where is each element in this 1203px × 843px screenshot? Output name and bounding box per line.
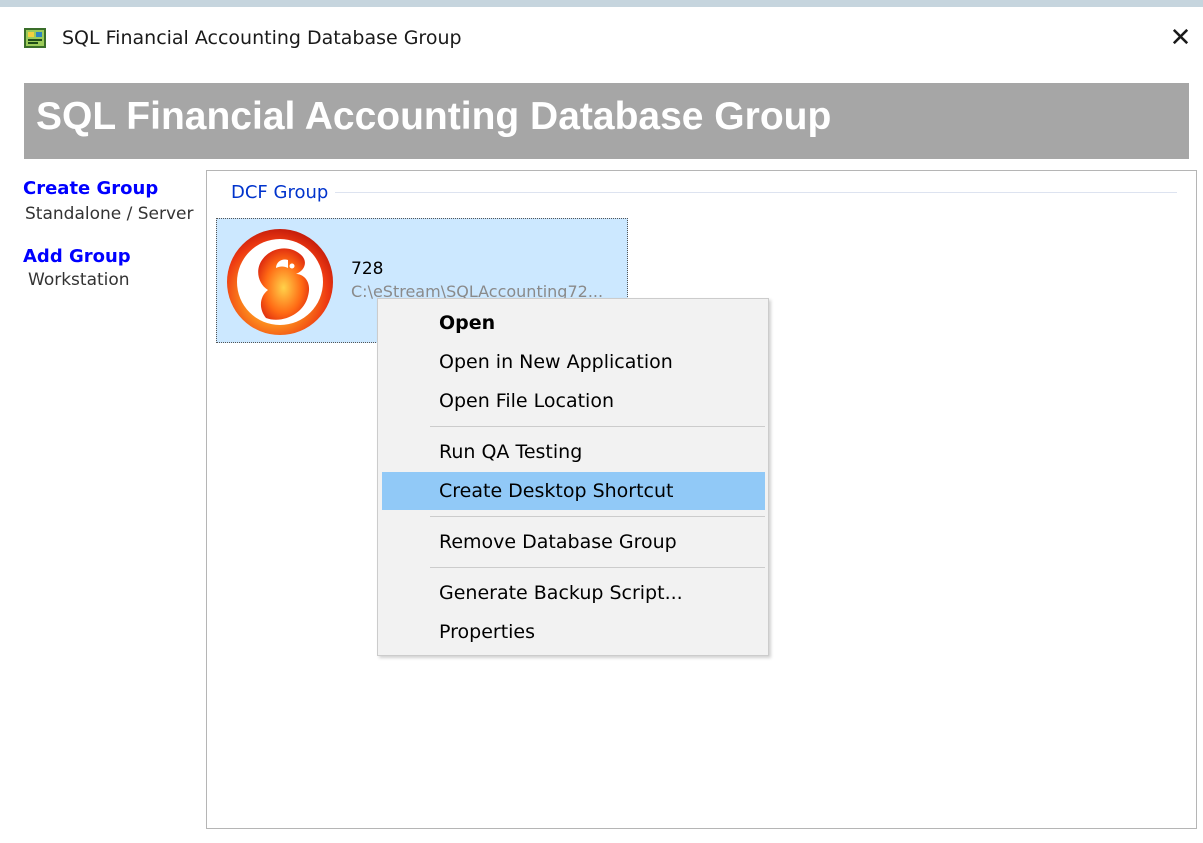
- banner-title: SQL Financial Accounting Database Group: [36, 95, 832, 138]
- window-title: SQL Financial Accounting Database Group: [62, 27, 462, 49]
- context-menu: Open Open in New Application Open File L…: [377, 298, 769, 656]
- group-header-divider: [335, 192, 1177, 193]
- title-bar: SQL Financial Accounting Database Group …: [0, 7, 1203, 71]
- menu-separator: [430, 516, 765, 517]
- menu-item-generate-backup-script[interactable]: Generate Backup Script...: [382, 574, 765, 612]
- close-button[interactable]: ✕: [1158, 15, 1203, 61]
- menu-separator: [430, 567, 765, 568]
- app-icon: [24, 28, 46, 48]
- menu-item-remove-database-group[interactable]: Remove Database Group: [382, 523, 765, 561]
- firebird-icon: [227, 229, 333, 335]
- create-group-link[interactable]: Create Group: [23, 178, 158, 199]
- add-group-subtitle: Workstation: [28, 270, 130, 290]
- menu-item-open-file-location[interactable]: Open File Location: [382, 382, 765, 420]
- menu-item-run-qa-testing[interactable]: Run QA Testing: [382, 433, 765, 471]
- window-top-border: [0, 0, 1203, 7]
- create-group-subtitle: Standalone / Server: [25, 204, 194, 224]
- add-group-link[interactable]: Add Group: [23, 246, 131, 267]
- menu-separator: [430, 426, 765, 427]
- menu-item-create-desktop-shortcut[interactable]: Create Desktop Shortcut: [382, 472, 765, 510]
- close-icon: ✕: [1169, 23, 1192, 53]
- database-item-name: 728: [351, 259, 384, 279]
- menu-item-open[interactable]: Open: [382, 304, 765, 342]
- menu-item-open-new-application[interactable]: Open in New Application: [382, 343, 765, 381]
- group-header: DCF Group: [231, 182, 329, 203]
- menu-item-properties[interactable]: Properties: [382, 613, 765, 651]
- header-banner: SQL Financial Accounting Database Group: [24, 83, 1189, 159]
